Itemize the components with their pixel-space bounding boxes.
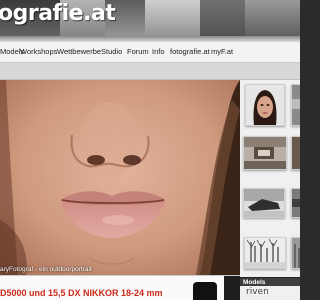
nav-item-studio[interactable]: Studio	[101, 47, 122, 56]
thumbnail-photo	[292, 85, 300, 125]
thumbnail[interactable]	[244, 237, 286, 269]
nav-item-workshops[interactable]: Workshops	[20, 47, 57, 56]
thumbnail-photo	[292, 137, 300, 169]
thumbnail[interactable]	[243, 188, 285, 218]
portrait-photo	[0, 80, 240, 275]
hero-image[interactable]: aryFotograf - ein outdoorportrait	[0, 80, 240, 275]
thumbnail[interactable]	[291, 84, 300, 126]
sub-bar	[0, 63, 300, 80]
camera-icon	[193, 282, 217, 300]
thumbnail-photo	[245, 238, 285, 268]
thumbnail-photo	[244, 137, 286, 169]
thumbnail[interactable]	[245, 84, 285, 126]
banner-dark-panel	[224, 276, 240, 300]
model-name[interactable]: riven	[246, 287, 269, 297]
hero-caption: aryFotograf - ein outdoorportrait	[0, 266, 92, 273]
nav-item-info[interactable]: Info	[152, 47, 165, 56]
site-header: ografie.at	[0, 0, 300, 42]
nav-item-forum[interactable]: Forum	[127, 47, 149, 56]
thumbnail-photo	[246, 85, 284, 125]
models-title: Models	[243, 279, 266, 286]
thumbnail[interactable]	[291, 136, 300, 170]
thumbnail-photo	[292, 238, 300, 268]
main-nav: Models Workshops Wettbewerbe Studio Foru…	[0, 42, 300, 63]
nav-item-fotografie[interactable]: fotografie.at	[170, 47, 210, 56]
thumbnail-photo	[292, 189, 300, 217]
models-section-header: Models	[240, 277, 300, 286]
banner-text: D5000 und 15,5 DX NIKKOR 18-24 mm	[0, 288, 163, 298]
bottom-banner[interactable]: D5000 und 15,5 DX NIKKOR 18-24 mm	[0, 275, 240, 300]
thumbnail-photo	[244, 189, 284, 217]
right-sidebar: Models riven	[240, 80, 300, 300]
page: ografie.at Models Workshops Wettbewerbe …	[0, 0, 300, 300]
thumbnail[interactable]	[243, 136, 287, 170]
thumbnail[interactable]	[291, 188, 300, 218]
site-logo[interactable]: ografie.at	[0, 1, 116, 26]
nav-item-wettbewerbe[interactable]: Wettbewerbe	[57, 47, 101, 56]
nav-item-myf[interactable]: myF.at	[211, 47, 233, 56]
thumbnail[interactable]	[291, 237, 300, 269]
